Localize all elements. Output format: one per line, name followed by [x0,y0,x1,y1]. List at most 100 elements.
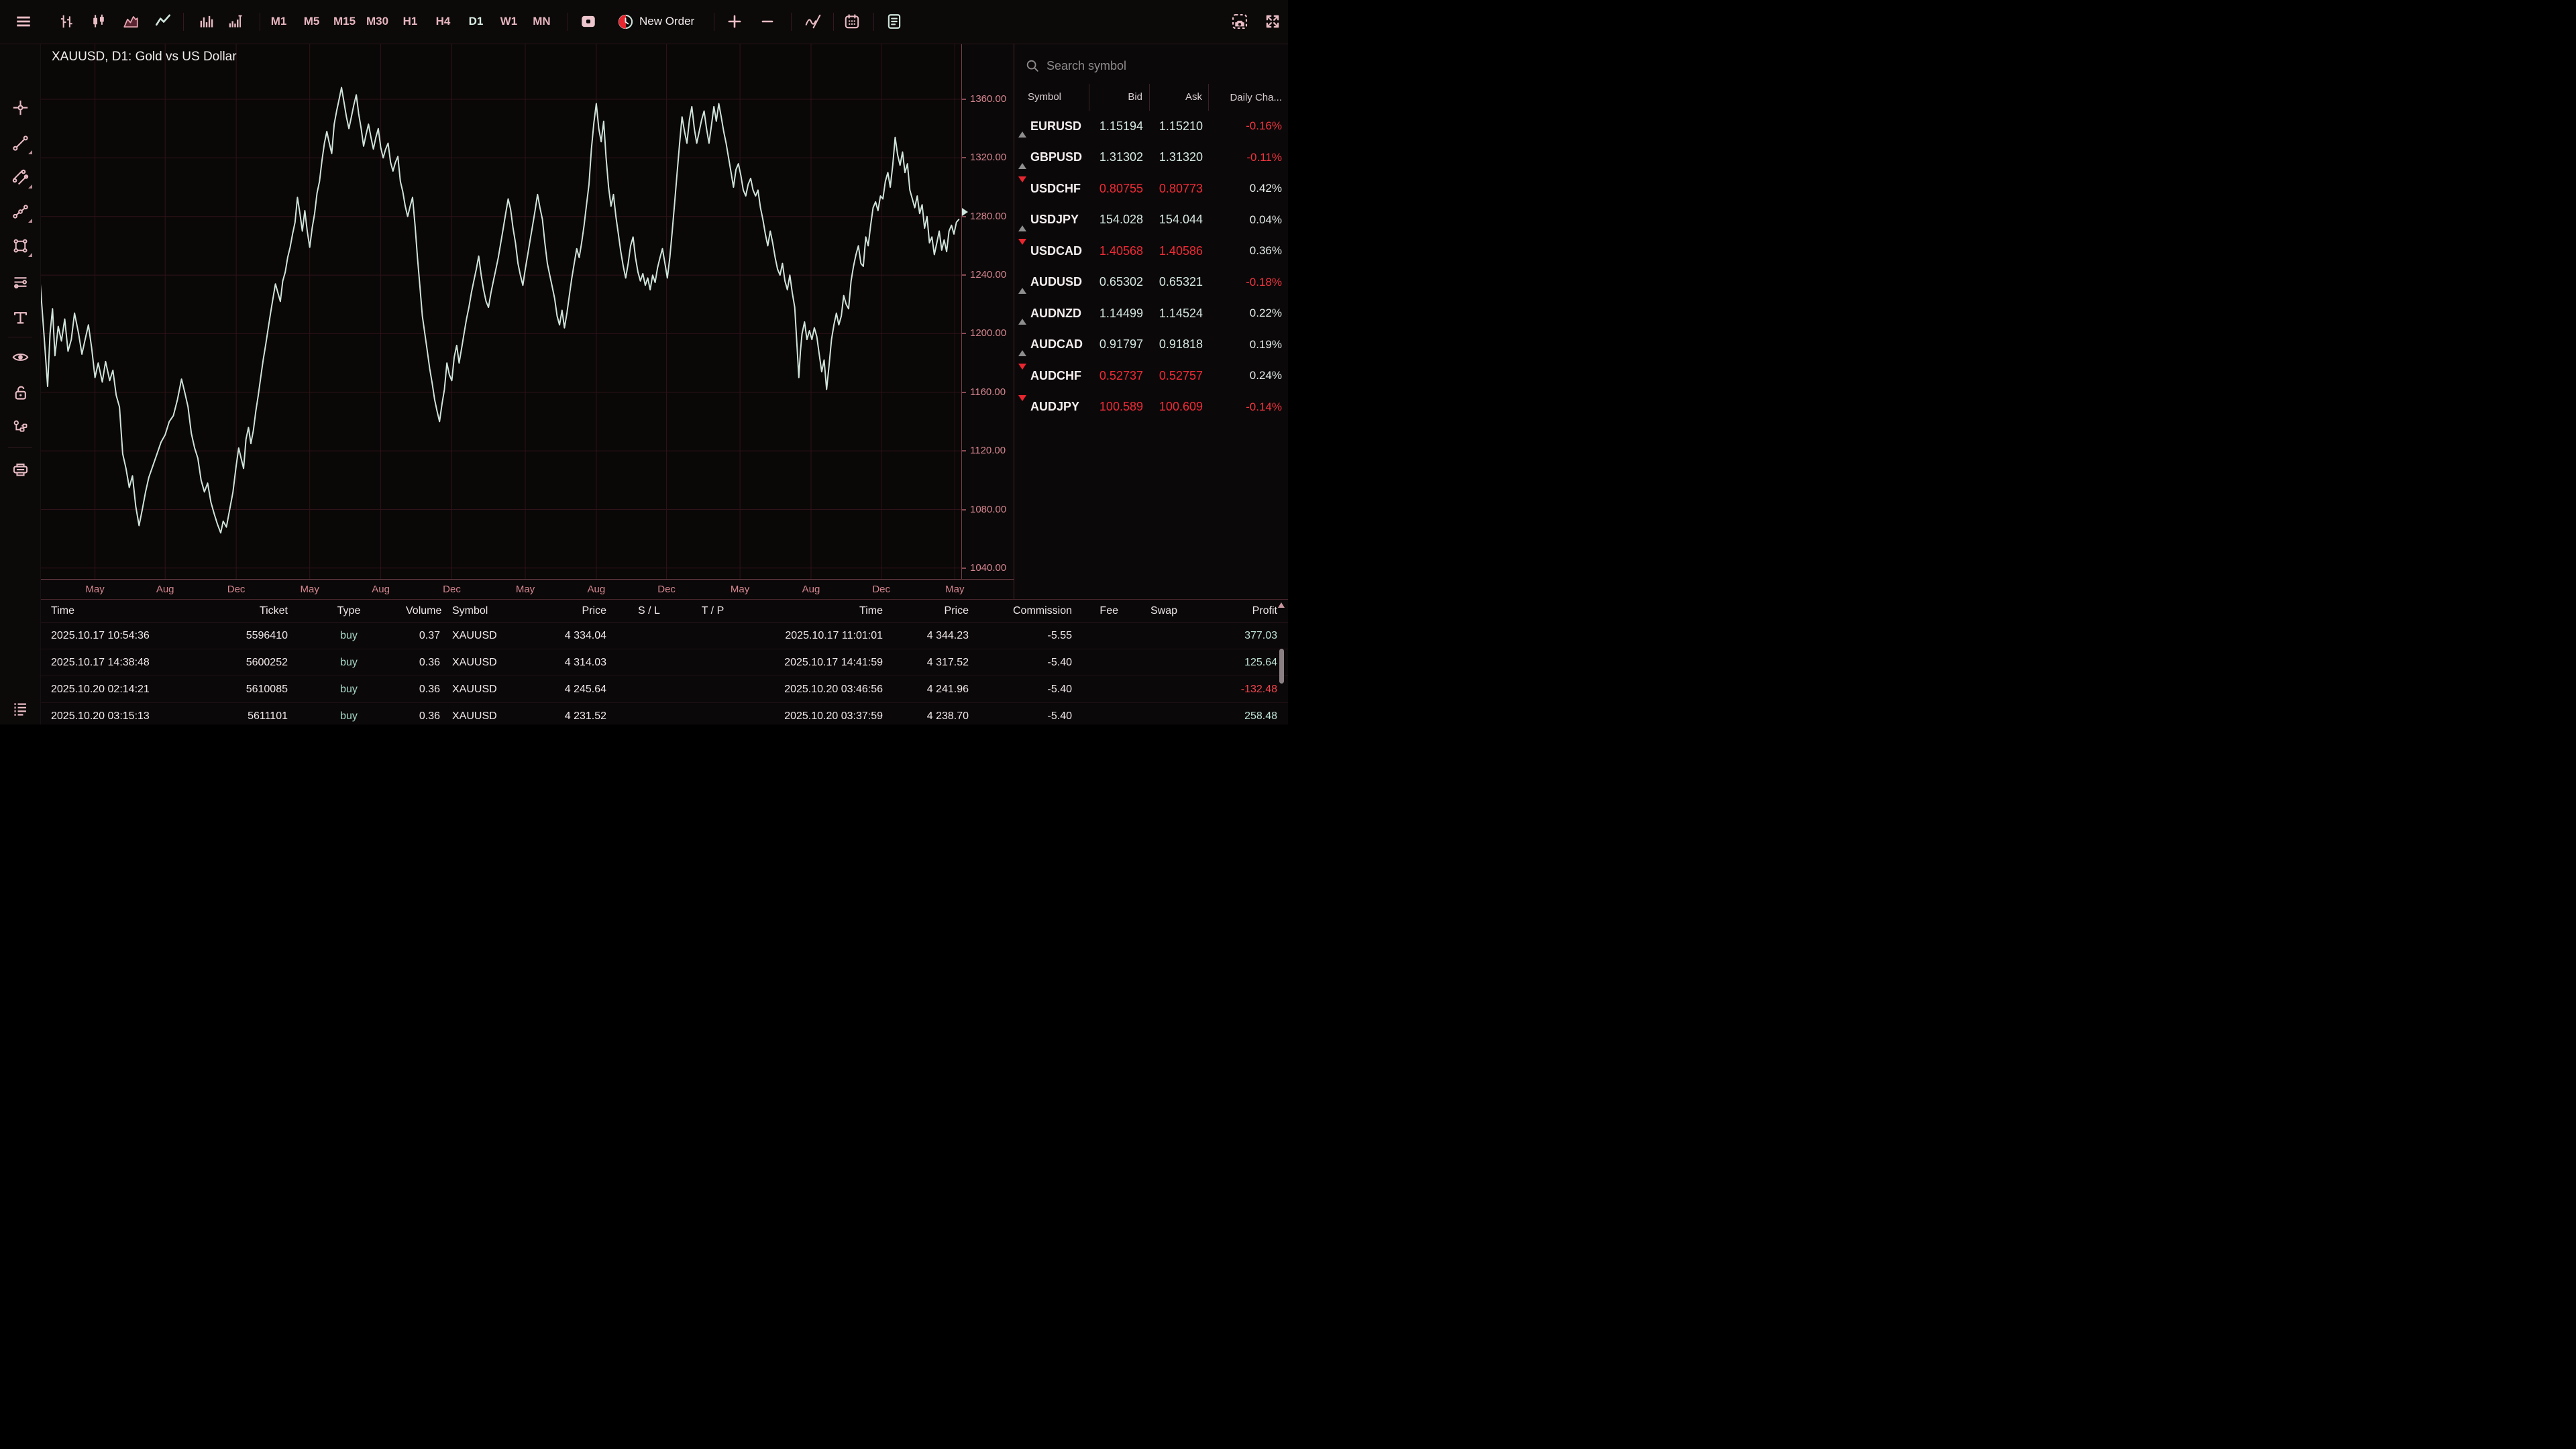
history-commission: -5.40 [973,684,1076,696]
market-watch-row-AUDCAD[interactable]: AUDCAD 0.91797 0.91818 0.19% [1014,329,1288,361]
mw-daily-change: 0.36% [1209,244,1288,258]
area-chart-button[interactable] [117,8,144,35]
history-col-ticket: Ticket [195,605,292,617]
history-scrollbar-thumb[interactable] [1279,649,1284,684]
history-volume: 0.36 [406,657,444,669]
market-watch-rows: EURUSD 1.15194 1.15210 -0.16% GBPUSD 1.3… [1014,111,1288,423]
market-watch-row-AUDUSD[interactable]: AUDUSD 0.65302 0.65321 -0.18% [1014,267,1288,299]
mw-symbol: AUDUSD [1030,275,1089,289]
history-close_time: 2025.10.20 03:46:56 [738,684,887,696]
mw-bid: 0.65302 [1089,275,1150,289]
tool-channels-button[interactable] [5,162,35,192]
history-row-5611101[interactable]: 2025.10.20 03:15:135611101buy0.36XAUUSD4… [40,703,1288,724]
history-row-5596410[interactable]: 2025.10.17 10:54:365596410buy0.37XAUUSD4… [40,623,1288,649]
history-type: buy [292,684,406,696]
chart-window-icon [580,13,597,30]
history-row-5600252[interactable]: 2025.10.17 14:38:485600252buy0.36XAUUSD4… [40,649,1288,676]
chart-plot[interactable] [40,44,961,579]
new-order-button[interactable]: New Order [609,8,702,35]
indicators-button[interactable] [800,8,826,35]
up-arrow-icon [1018,276,1026,294]
market-watch-row-USDJPY[interactable]: USDJPY 154.028 154.044 0.04% [1014,205,1288,236]
mw-daily-change: 0.24% [1209,369,1288,382]
history-commission: -5.40 [973,710,1076,722]
price-tick-label: 1280.00 [970,211,1006,222]
menu-button[interactable] [10,8,37,35]
tool-waves-button[interactable] [5,197,35,226]
time-tick-label: Aug [588,584,606,595]
tool-unlock-button[interactable] [5,378,35,407]
market-watch-panel: SymbolBidAskDaily Cha... EURUSD 1.15194 … [1014,44,1288,599]
scroll-up-icon[interactable] [1278,602,1285,608]
tool-objects-button[interactable] [5,412,35,441]
history-col-tp: T / P [688,605,738,617]
timeframe-H1[interactable]: H1 [395,8,425,35]
market-watch-row-EURUSD[interactable]: EURUSD 1.15194 1.15210 -0.16% [1014,111,1288,142]
line-chart-button[interactable] [150,8,176,35]
price-tick [962,274,966,276]
tool-printer-button[interactable] [5,454,35,484]
market-watch-row-USDCHF[interactable]: USDCHF 0.80755 0.80773 0.42% [1014,173,1288,205]
history-symbol: XAUUSD [444,684,558,696]
timeframe-M1[interactable]: M1 [264,8,294,35]
up-arrow-icon [1018,307,1026,325]
market-watch-row-AUDNZD[interactable]: AUDNZD 1.14499 1.14524 0.22% [1014,298,1288,329]
time-tick-label: Aug [372,584,390,595]
trend-arrow [1014,245,1030,257]
zoom-out-button[interactable] [754,8,781,35]
candles-chart-button[interactable] [85,8,112,35]
tool-text-button[interactable] [5,303,35,332]
journal-button[interactable] [881,8,908,35]
timeframe-D1[interactable]: D1 [461,8,491,35]
tool-crosshair-button[interactable] [5,93,35,122]
history-volume: 0.37 [406,630,444,642]
timeframe-M5[interactable]: M5 [297,8,327,35]
history-col-commission: Commission [973,605,1076,617]
search-input[interactable] [1045,58,1282,74]
bars-chart-button[interactable] [53,8,80,35]
calendar-button[interactable] [839,8,865,35]
time-tick-label: Aug [156,584,174,595]
chart-window-button[interactable] [575,8,602,35]
bars-chart-icon [58,13,75,30]
up-arrow-icon [1018,339,1026,356]
mw-col-bid: Bid [1089,84,1150,111]
symbol-search-row [1014,49,1288,83]
tool-shape-button[interactable] [5,231,35,260]
market-watch-row-GBPUSD[interactable]: GBPUSD 1.31302 1.31320 -0.11% [1014,142,1288,174]
history-row-5610085[interactable]: 2025.10.20 02:14:215610085buy0.36XAUUSD4… [40,676,1288,703]
submenu-corner-icon [28,253,32,257]
screenshot-button[interactable] [1226,8,1253,35]
tool-trendline-button[interactable] [5,128,35,158]
mw-daily-change: 0.42% [1209,182,1288,195]
history-symbol: XAUUSD [444,657,558,669]
fullscreen-button[interactable] [1259,8,1286,35]
market-watch-header: SymbolBidAskDaily Cha... [1014,84,1288,111]
tool-fib-lines-button[interactable] [5,267,35,297]
timeframe-M15[interactable]: M15 [329,8,360,35]
history-commission: -5.40 [973,657,1076,669]
up-arrow-icon [1018,152,1026,169]
timeframe-MN[interactable]: MN [527,8,557,35]
timeframe-H4[interactable]: H4 [428,8,458,35]
mw-ask: 1.40586 [1150,244,1209,258]
timeframe-W1[interactable]: W1 [494,8,524,35]
price-tick [962,568,966,569]
channels-icon [11,168,30,186]
history-col-price: Price [558,605,610,617]
history-profit: -132.48 [1181,684,1281,696]
zoom-in-icon [726,13,743,30]
market-watch-row-USDCAD[interactable]: USDCAD 1.40568 1.40586 0.36% [1014,235,1288,267]
timeframe-M30[interactable]: M30 [362,8,392,35]
tick-volumes-button[interactable] [222,8,249,35]
mw-symbol: AUDJPY [1030,400,1089,414]
market-watch-row-AUDJPY[interactable]: AUDJPY 100.589 100.609 -0.14% [1014,392,1288,423]
market-watch-row-AUDCHF[interactable]: AUDCHF 0.52737 0.52757 0.24% [1014,360,1288,392]
trend-arrow [1014,120,1030,132]
toolbar-separator [833,13,834,31]
sidebar-separator [8,447,32,448]
zoom-in-button[interactable] [721,8,748,35]
tab-trade-list-button[interactable] [5,694,35,724]
volumes-button[interactable] [193,8,220,35]
tool-eye-button[interactable] [5,342,35,372]
